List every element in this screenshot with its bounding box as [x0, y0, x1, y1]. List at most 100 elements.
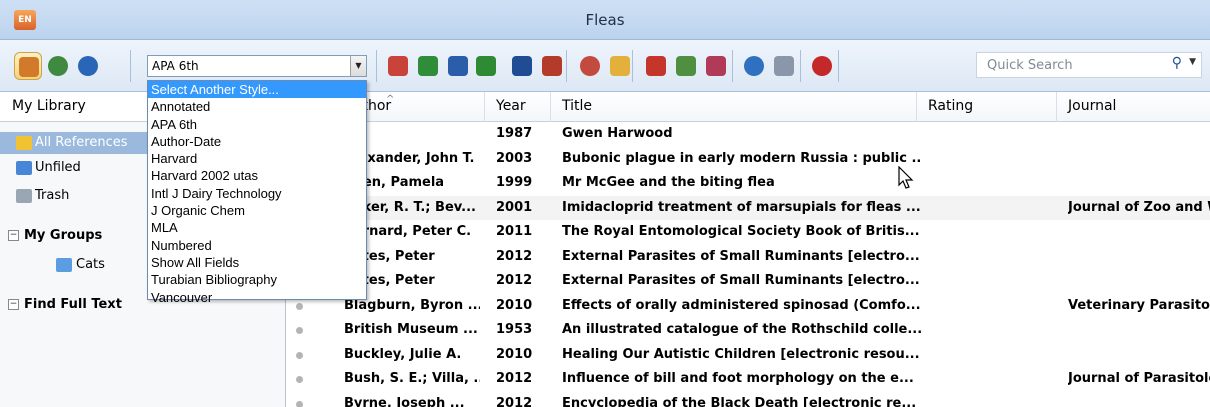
table-row[interactable]: Buckley, Julie A. 2010 Healing Our Autisti… — [286, 343, 1210, 368]
style-menu-item[interactable]: Show All Fields — [148, 254, 366, 271]
search-icon[interactable]: ⚲ — [1172, 55, 1182, 71]
import-pdf-button[interactable] — [384, 52, 412, 80]
cell-author: British Museum ... — [344, 322, 478, 337]
cell-title: Gwen Harwood — [562, 126, 673, 141]
column-header-journal[interactable]: Journal — [1068, 98, 1116, 114]
edit-pdf-button[interactable] — [702, 52, 730, 80]
sync-button[interactable] — [740, 52, 768, 80]
cell-journal: Journal of Parasitolo — [1068, 371, 1210, 386]
sidebar-item-label: Cats — [76, 257, 105, 272]
table-row[interactable]: British Museum ... 1953 An illustrated cat… — [286, 318, 1210, 343]
table-row[interactable]: Barnard, Peter C. 2011 The Royal Entomolog… — [286, 220, 1210, 245]
help-button[interactable] — [808, 52, 836, 80]
cell-year: 2012 — [496, 395, 533, 407]
toolbar-separator — [130, 50, 131, 82]
find-full-text-button[interactable] — [444, 52, 472, 80]
toolbar-separator — [632, 50, 633, 82]
cell-title: Bubonic plague in early modern Russia : … — [562, 150, 922, 166]
style-menu-item[interactable]: Turabian Bibliography — [148, 271, 366, 288]
read-status-icon[interactable] — [296, 327, 303, 334]
find-full-text-icon — [448, 56, 468, 76]
share-library-button[interactable] — [770, 52, 798, 80]
open-pdf-icon — [646, 56, 666, 76]
window-title: Fleas — [585, 11, 625, 29]
table-row[interactable]: Byrne, Joseph ... 2012 Encyclopedia of the… — [286, 392, 1210, 407]
local-library-mode-icon — [19, 57, 39, 77]
chevron-down-icon[interactable]: ▼ — [350, 56, 366, 76]
quick-search[interactable]: ⚲ ▼ — [976, 52, 1202, 78]
output-style-select[interactable]: APA 6th ▼ — [147, 55, 367, 77]
annotate-button[interactable] — [672, 52, 700, 80]
online-search-mode-button[interactable] — [44, 52, 72, 80]
cell-title: An illustrated catalogue of the Rothschi… — [562, 322, 922, 337]
cell-year: 2012 — [496, 371, 533, 386]
sidebar-group-label: My Groups — [24, 228, 103, 243]
column-header-year[interactable]: Year — [496, 98, 526, 114]
go-to-word-button[interactable] — [508, 52, 536, 80]
cell-year: 1987 — [496, 126, 533, 141]
style-menu-item[interactable]: Intl J Dairy Technology — [148, 185, 366, 202]
online-search-button[interactable] — [576, 52, 604, 80]
column-header-rating[interactable]: Rating — [928, 98, 973, 114]
read-status-icon[interactable] — [296, 376, 303, 383]
collapse-icon[interactable]: − — [8, 299, 19, 310]
table-row[interactable]: Bates, Peter 2012 External Parasites of Sm… — [286, 245, 1210, 270]
toolbar-separator — [566, 50, 567, 82]
cell-journal: Journal of Zoo and W — [1068, 199, 1210, 215]
cell-year: 2012 — [496, 273, 533, 288]
toolbar-separator — [376, 50, 377, 82]
read-status-icon[interactable] — [296, 400, 303, 407]
quick-search-input[interactable] — [976, 52, 1202, 78]
style-menu-item[interactable]: Numbered — [148, 237, 366, 254]
open-folder-button[interactable] — [606, 52, 634, 80]
style-menu-item[interactable]: Harvard — [148, 150, 366, 167]
column-divider[interactable] — [916, 92, 917, 122]
sidebar-item-label: Unfiled — [35, 160, 81, 175]
cell-title: The Royal Entomological Society Book of … — [562, 224, 920, 239]
insert-citation-button[interactable] — [472, 52, 500, 80]
title-bar: EN Fleas — [0, 0, 1210, 40]
style-menu-item[interactable]: J Organic Chem — [148, 202, 366, 219]
reference-table: Author ^ Year Title Rating Journal 1987 G… — [286, 92, 1210, 407]
table-row[interactable]: Baker, R. T.; Bev... 2001 Imidacloprid tre… — [286, 195, 1210, 220]
style-menu-item[interactable]: MLA — [148, 219, 366, 236]
table-row[interactable]: 1987 Gwen Harwood — [286, 122, 1210, 147]
table-row[interactable]: Alexander, John T. 2003 Bubonic plague in … — [286, 147, 1210, 172]
style-menu-item[interactable]: Vancouver — [148, 289, 366, 306]
search-options-chevron-icon[interactable]: ▼ — [1189, 57, 1196, 67]
column-divider[interactable] — [1056, 92, 1057, 122]
open-pdf-button[interactable] — [642, 52, 670, 80]
sidebar-group-label: Find Full Text — [24, 297, 122, 312]
trash-icon — [16, 189, 32, 203]
local-library-mode-button[interactable] — [14, 52, 42, 80]
style-menu-item[interactable]: Select Another Style... — [148, 81, 366, 99]
table-row[interactable]: Allen, Pamela 1999 Mr McGee and the biting… — [286, 171, 1210, 196]
integrated-library-mode-button[interactable] — [74, 52, 102, 80]
unfiled-icon — [16, 161, 32, 175]
style-menu-item[interactable]: Harvard 2002 utas — [148, 167, 366, 184]
sidebar-item-label: All References — [35, 135, 128, 150]
table-row[interactable]: Bush, S. E.; Villa, ... 2012 Influence of … — [286, 367, 1210, 392]
import-pdf-icon — [388, 56, 408, 76]
edit-pdf-icon — [706, 56, 726, 76]
column-divider[interactable] — [484, 92, 485, 122]
mouse-cursor-icon — [898, 166, 914, 189]
new-reference-button[interactable] — [414, 52, 442, 80]
format-bibliography-button[interactable] — [538, 52, 566, 80]
read-status-icon[interactable] — [296, 351, 303, 359]
cell-year: 1999 — [496, 175, 533, 190]
cell-year: 2010 — [496, 346, 533, 362]
cell-title: External Parasites of Small Ruminants [e… — [562, 273, 920, 288]
online-search-icon — [580, 56, 600, 76]
style-menu-item[interactable]: APA 6th — [148, 116, 366, 133]
column-header-title[interactable]: Title — [562, 98, 592, 114]
table-row[interactable]: Bates, Peter 2012 External Parasites of Sm… — [286, 269, 1210, 294]
style-menu-item[interactable]: Author-Date — [148, 133, 366, 150]
column-divider[interactable] — [550, 92, 551, 122]
style-dropdown-menu: Select Another Style... Annotated APA 6th A… — [147, 80, 367, 305]
new-reference-icon — [418, 56, 438, 76]
table-row[interactable]: Blagburn, Byron ... 2010 Effects of orally… — [286, 294, 1210, 319]
cell-title: Imidacloprid treatment of marsupials for… — [562, 199, 921, 215]
style-menu-item[interactable]: Annotated — [148, 98, 366, 115]
collapse-icon[interactable]: − — [8, 230, 19, 241]
